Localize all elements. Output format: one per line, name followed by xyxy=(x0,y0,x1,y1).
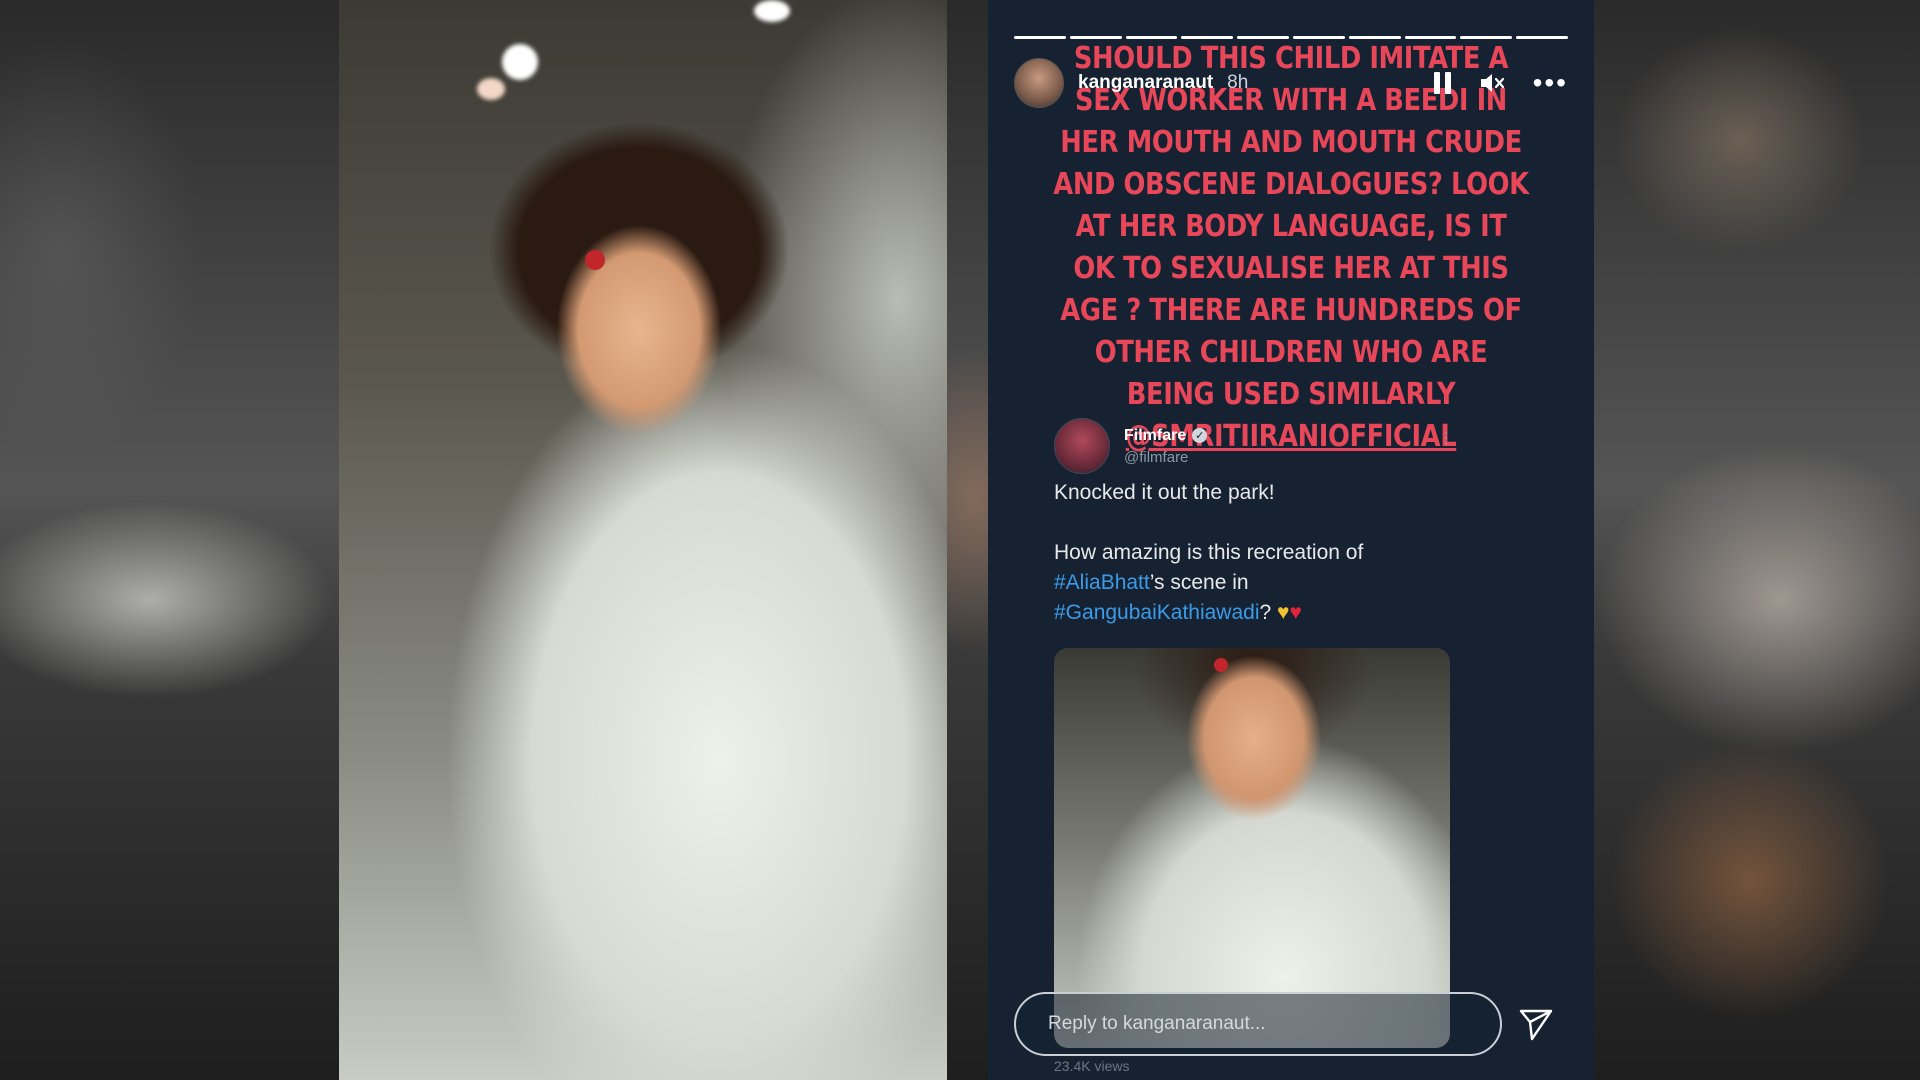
story-time: 8h xyxy=(1227,72,1249,93)
instagram-story[interactable]: SHOULD THIS CHILD IMITATE A SEX WORKER W… xyxy=(988,0,1594,1080)
tweet-name: Filmfare xyxy=(1124,426,1187,444)
blurred-background xyxy=(0,0,1920,1080)
send-icon[interactable] xyxy=(1518,1008,1554,1042)
hashtag-aliabhatt: #AliaBhatt xyxy=(1054,571,1150,594)
yellow-heart-icon: ♥ xyxy=(1277,601,1290,624)
hashtag-gangubai: #GangubaiKathiawadi xyxy=(1054,601,1260,624)
story-username[interactable]: kanganaranaut xyxy=(1078,72,1213,94)
tweet-image xyxy=(1054,648,1450,1048)
more-horizontal-icon[interactable]: ••• xyxy=(1533,69,1568,97)
tweet-handle: @filmfare xyxy=(1124,448,1189,466)
pause-icon[interactable] xyxy=(1433,72,1451,94)
tweet-avatar xyxy=(1054,418,1110,474)
tweet-line-2: How amazing is this recreation of #AliaB… xyxy=(1054,541,1364,624)
tweet-text: Knocked it out the park! How amazing is … xyxy=(1054,478,1474,628)
views-count: 23.4K views xyxy=(1054,1058,1130,1074)
left-photo xyxy=(339,0,947,1080)
story-progress xyxy=(1014,36,1568,39)
story-header: kanganaranaut 8h ••• xyxy=(1014,58,1568,108)
red-heart-icon: ♥ xyxy=(1289,601,1302,624)
reply-input[interactable] xyxy=(1046,1012,1470,1036)
tweet-more-icon: ⋮ xyxy=(1438,430,1454,447)
avatar[interactable] xyxy=(1014,58,1064,108)
bindi xyxy=(585,250,605,270)
speaker-muted-icon[interactable] xyxy=(1479,71,1505,95)
tweet-line-1: Knocked it out the park! xyxy=(1054,481,1275,504)
tweet-author: Filmfare ✓ @filmfare xyxy=(1054,418,1208,474)
verified-badge-icon: ✓ xyxy=(1192,428,1208,443)
reply-field[interactable] xyxy=(1014,992,1502,1056)
